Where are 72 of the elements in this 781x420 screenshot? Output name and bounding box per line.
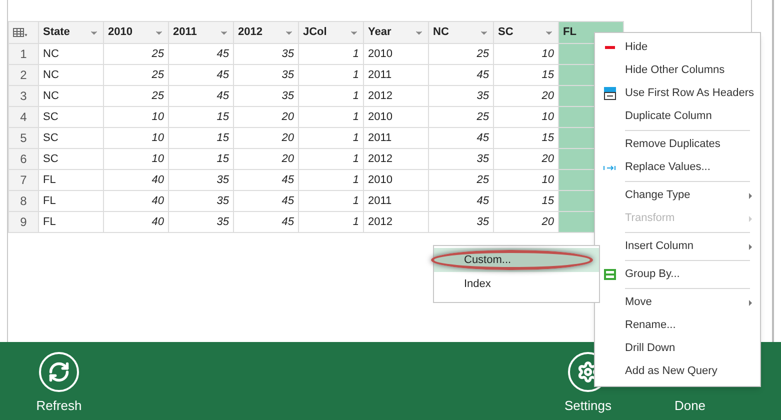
table-cell: 35	[428, 148, 494, 170]
table-cell: 25	[428, 44, 494, 64]
table-cell: 1	[298, 86, 364, 106]
table-cell: FL	[38, 170, 104, 190]
row-number: 7	[8, 170, 38, 190]
table-cell: 1	[298, 212, 364, 232]
table-cell: 2011	[364, 190, 428, 212]
table-cell: 1	[298, 128, 364, 148]
table-cell: 40	[104, 212, 168, 232]
table-cell: 35	[428, 86, 494, 106]
table-cell: 35	[234, 64, 298, 86]
table-cell: 1	[298, 170, 364, 190]
table-cell: 10	[104, 106, 168, 128]
table-cell: SC	[38, 128, 104, 148]
table-cell: 15	[168, 106, 234, 128]
table-cell: 1	[298, 64, 364, 86]
table-cell: 1	[298, 106, 364, 128]
table-cell: 25	[428, 106, 494, 128]
table-cell: 25	[428, 170, 494, 190]
table-cell: 45	[168, 64, 234, 86]
table-cell: 45	[168, 44, 234, 64]
table-cell: 1	[298, 44, 364, 64]
table-cell: 35	[234, 86, 298, 106]
table-cell: NC	[38, 86, 104, 106]
table-cell: 45	[168, 86, 234, 106]
table-cell: 45	[428, 64, 494, 86]
table-cell: 2010	[364, 44, 428, 64]
table-cell: 40	[104, 170, 168, 190]
table-cell: 15	[168, 148, 234, 170]
table-cell: 2010	[364, 170, 428, 190]
row-number: 5	[8, 128, 38, 148]
table-cell: 2012	[364, 212, 428, 232]
table-cell: 2012	[364, 86, 428, 106]
table-cell: 20	[234, 106, 298, 128]
table-cell: 2012	[364, 148, 428, 170]
table-cell: 2011	[364, 64, 428, 86]
table-cell: 35	[168, 170, 234, 190]
row-number: 1	[8, 44, 38, 64]
table-cell: SC	[38, 148, 104, 170]
table-cell: 45	[234, 190, 298, 212]
table-cell: FL	[38, 190, 104, 212]
table-cell: 15	[168, 128, 234, 148]
table-cell: 40	[104, 190, 168, 212]
table-cell: FL	[38, 212, 104, 232]
table-cell: 45	[234, 170, 298, 190]
table-cell: NC	[38, 44, 104, 64]
table-cell: 10	[104, 148, 168, 170]
row-number: 4	[8, 106, 38, 128]
table-cell: SC	[38, 106, 104, 128]
table-cell: 2011	[364, 128, 428, 148]
table-cell: 25	[104, 44, 168, 64]
table-cell: 45	[234, 212, 298, 232]
table-cell: 1	[298, 148, 364, 170]
table-cell: 45	[428, 190, 494, 212]
table-cell: 1	[298, 190, 364, 212]
table-cell: 10	[104, 128, 168, 148]
table-cell: 25	[104, 64, 168, 86]
table-cell: 2010	[364, 106, 428, 128]
row-number: 8	[8, 190, 38, 212]
table-cell: 25	[104, 86, 168, 106]
table-cell: 35	[168, 212, 234, 232]
table-cell: 35	[428, 212, 494, 232]
table-cell: NC	[38, 64, 104, 86]
row-number: 3	[8, 86, 38, 106]
table-cell: 35	[234, 44, 298, 64]
table-cell: 20	[234, 128, 298, 148]
table-cell: 35	[168, 190, 234, 212]
row-number: 6	[8, 148, 38, 170]
row-number: 9	[8, 212, 38, 232]
row-number: 2	[8, 64, 38, 86]
table-cell: 45	[428, 128, 494, 148]
table-cell: 20	[234, 148, 298, 170]
